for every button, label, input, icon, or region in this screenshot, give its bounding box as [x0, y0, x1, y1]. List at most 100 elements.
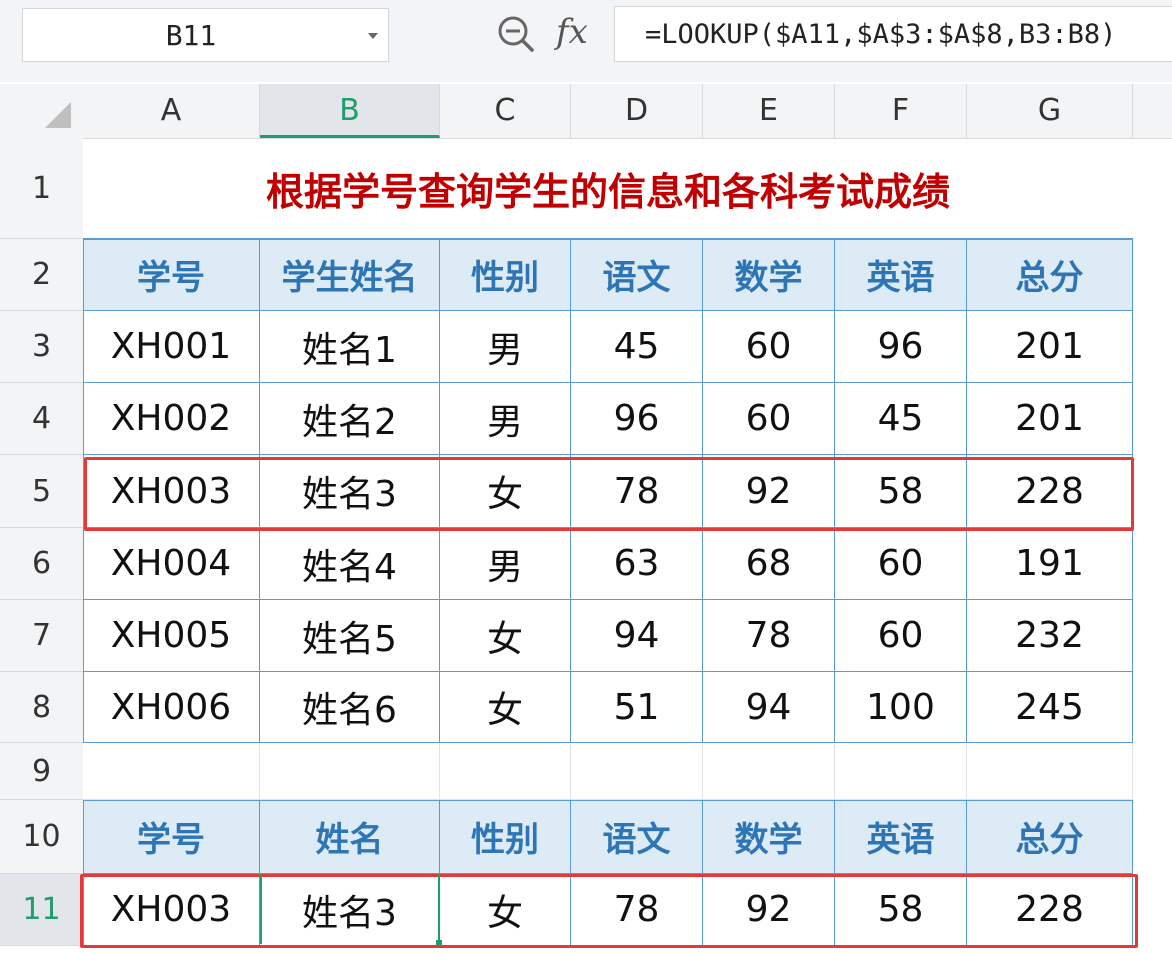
row-header-8[interactable]: 8 — [0, 672, 83, 743]
table-cell[interactable]: 60 — [835, 600, 967, 672]
table-cell[interactable]: 94 — [703, 672, 835, 743]
row-header-1[interactable]: 1 — [0, 138, 83, 239]
table-cell[interactable]: 姓名5 — [260, 600, 440, 672]
formula-toolbar: B11 fx =LOOKUP($A11,$A$3:$A$8,B3:B8) — [0, 0, 1172, 82]
table-cell[interactable]: 男 — [440, 311, 571, 383]
table-cell[interactable] — [967, 743, 1133, 800]
table-cell[interactable] — [571, 743, 703, 800]
table-cell[interactable]: 45 — [571, 311, 703, 383]
table-cell[interactable]: 245 — [967, 672, 1133, 743]
table-cell[interactable]: XH003 — [83, 455, 260, 528]
table-cell[interactable]: 63 — [571, 528, 703, 600]
row-header-10[interactable]: 10 — [0, 800, 83, 874]
table-cell[interactable]: 姓名1 — [260, 311, 440, 383]
table-header-cell[interactable]: 语文 — [571, 239, 703, 311]
table-cell[interactable]: 姓名2 — [260, 383, 440, 455]
row-header-6[interactable]: 6 — [0, 528, 83, 600]
sheet-title[interactable]: 根据学号查询学生的信息和各科考试成绩 — [83, 138, 1133, 239]
table-cell[interactable]: XH005 — [83, 600, 260, 672]
table-header-cell[interactable]: 英语 — [835, 239, 967, 311]
table-cell[interactable]: XH001 — [83, 311, 260, 383]
table-cell[interactable]: 51 — [571, 672, 703, 743]
table-cell[interactable] — [260, 743, 440, 800]
name-box[interactable]: B11 — [22, 8, 389, 62]
column-header-g[interactable]: G — [967, 84, 1133, 138]
table-header-cell[interactable]: 学生姓名 — [260, 239, 440, 311]
table-cell[interactable]: 228 — [967, 874, 1133, 946]
table-header-cell[interactable]: 数学 — [703, 239, 835, 311]
select-all-triangle-icon — [45, 102, 71, 128]
table-cell[interactable]: 58 — [835, 874, 967, 946]
table-header-cell[interactable]: 语文 — [571, 800, 703, 874]
table-cell[interactable] — [83, 743, 260, 800]
table-cell[interactable]: 191 — [967, 528, 1133, 600]
table-cell[interactable]: 男 — [440, 383, 571, 455]
zoom-out-icon[interactable] — [496, 14, 536, 54]
table-cell[interactable]: XH006 — [83, 672, 260, 743]
table-cell[interactable]: XH003 — [83, 874, 260, 946]
table-cell[interactable]: 女 — [440, 455, 571, 528]
table-cell[interactable]: 姓名3 — [260, 455, 440, 528]
table-cell[interactable]: 68 — [703, 528, 835, 600]
table-cell[interactable]: 姓名4 — [260, 528, 440, 600]
table-cell[interactable]: 60 — [835, 528, 967, 600]
formula-text: =LOOKUP($A11,$A$3:$A$8,B3:B8) — [645, 19, 1117, 50]
lookup-border-left — [83, 800, 84, 946]
row-header-7[interactable]: 7 — [0, 600, 83, 672]
column-header-e[interactable]: E — [703, 84, 835, 138]
select-all-corner[interactable] — [0, 84, 83, 138]
table-header-cell[interactable]: 总分 — [967, 800, 1133, 874]
table-cell[interactable] — [703, 743, 835, 800]
column-header-f[interactable]: F — [835, 84, 967, 138]
table-cell[interactable]: 78 — [571, 874, 703, 946]
table-cell[interactable]: 201 — [967, 383, 1133, 455]
column-header-a[interactable]: A — [83, 84, 260, 138]
table-header-cell[interactable]: 性别 — [440, 239, 571, 311]
row-header-4[interactable]: 4 — [0, 383, 83, 455]
table-cell[interactable]: 92 — [703, 874, 835, 946]
table-header-cell[interactable]: 英语 — [835, 800, 967, 874]
table-cell[interactable]: 女 — [440, 672, 571, 743]
table-cell[interactable] — [440, 743, 571, 800]
table-header-cell[interactable]: 学号 — [83, 239, 260, 311]
table-cell[interactable]: 96 — [571, 383, 703, 455]
table-header-cell[interactable]: 姓名 — [260, 800, 440, 874]
table-cell[interactable]: 姓名3 — [260, 874, 440, 946]
table-cell[interactable]: 78 — [703, 600, 835, 672]
function-fx-icon[interactable]: fx — [556, 12, 588, 52]
table-cell[interactable]: 45 — [835, 383, 967, 455]
table-cell[interactable]: 232 — [967, 600, 1133, 672]
table-cell[interactable]: 201 — [967, 311, 1133, 383]
table-cell[interactable]: 94 — [571, 600, 703, 672]
table-cell[interactable]: 92 — [703, 455, 835, 528]
table-cell[interactable]: 60 — [703, 383, 835, 455]
chevron-down-icon[interactable] — [368, 33, 378, 39]
table-cell[interactable] — [835, 743, 967, 800]
table-cell[interactable]: 60 — [703, 311, 835, 383]
table-border-left — [83, 239, 84, 743]
table-cell[interactable]: 男 — [440, 528, 571, 600]
table-cell[interactable]: XH002 — [83, 383, 260, 455]
table-cell[interactable]: 58 — [835, 455, 967, 528]
formula-input[interactable]: =LOOKUP($A11,$A$3:$A$8,B3:B8) — [614, 6, 1172, 62]
table-cell[interactable]: 女 — [440, 874, 571, 946]
row-header-11[interactable]: 11 — [0, 874, 83, 946]
table-cell[interactable]: 100 — [835, 672, 967, 743]
row-header-9[interactable]: 9 — [0, 743, 83, 800]
table-header-cell[interactable]: 学号 — [83, 800, 260, 874]
row-header-5[interactable]: 5 — [0, 455, 83, 528]
table-cell[interactable]: XH004 — [83, 528, 260, 600]
column-header-c[interactable]: C — [440, 84, 571, 138]
table-cell[interactable]: 78 — [571, 455, 703, 528]
column-header-b[interactable]: B — [260, 84, 440, 138]
table-header-cell[interactable]: 数学 — [703, 800, 835, 874]
column-header-d[interactable]: D — [571, 84, 703, 138]
table-header-cell[interactable]: 总分 — [967, 239, 1133, 311]
row-header-3[interactable]: 3 — [0, 311, 83, 383]
table-cell[interactable]: 姓名6 — [260, 672, 440, 743]
table-header-cell[interactable]: 性别 — [440, 800, 571, 874]
row-header-2[interactable]: 2 — [0, 239, 83, 311]
table-cell[interactable]: 96 — [835, 311, 967, 383]
table-cell[interactable]: 女 — [440, 600, 571, 672]
table-cell[interactable]: 228 — [967, 455, 1133, 528]
